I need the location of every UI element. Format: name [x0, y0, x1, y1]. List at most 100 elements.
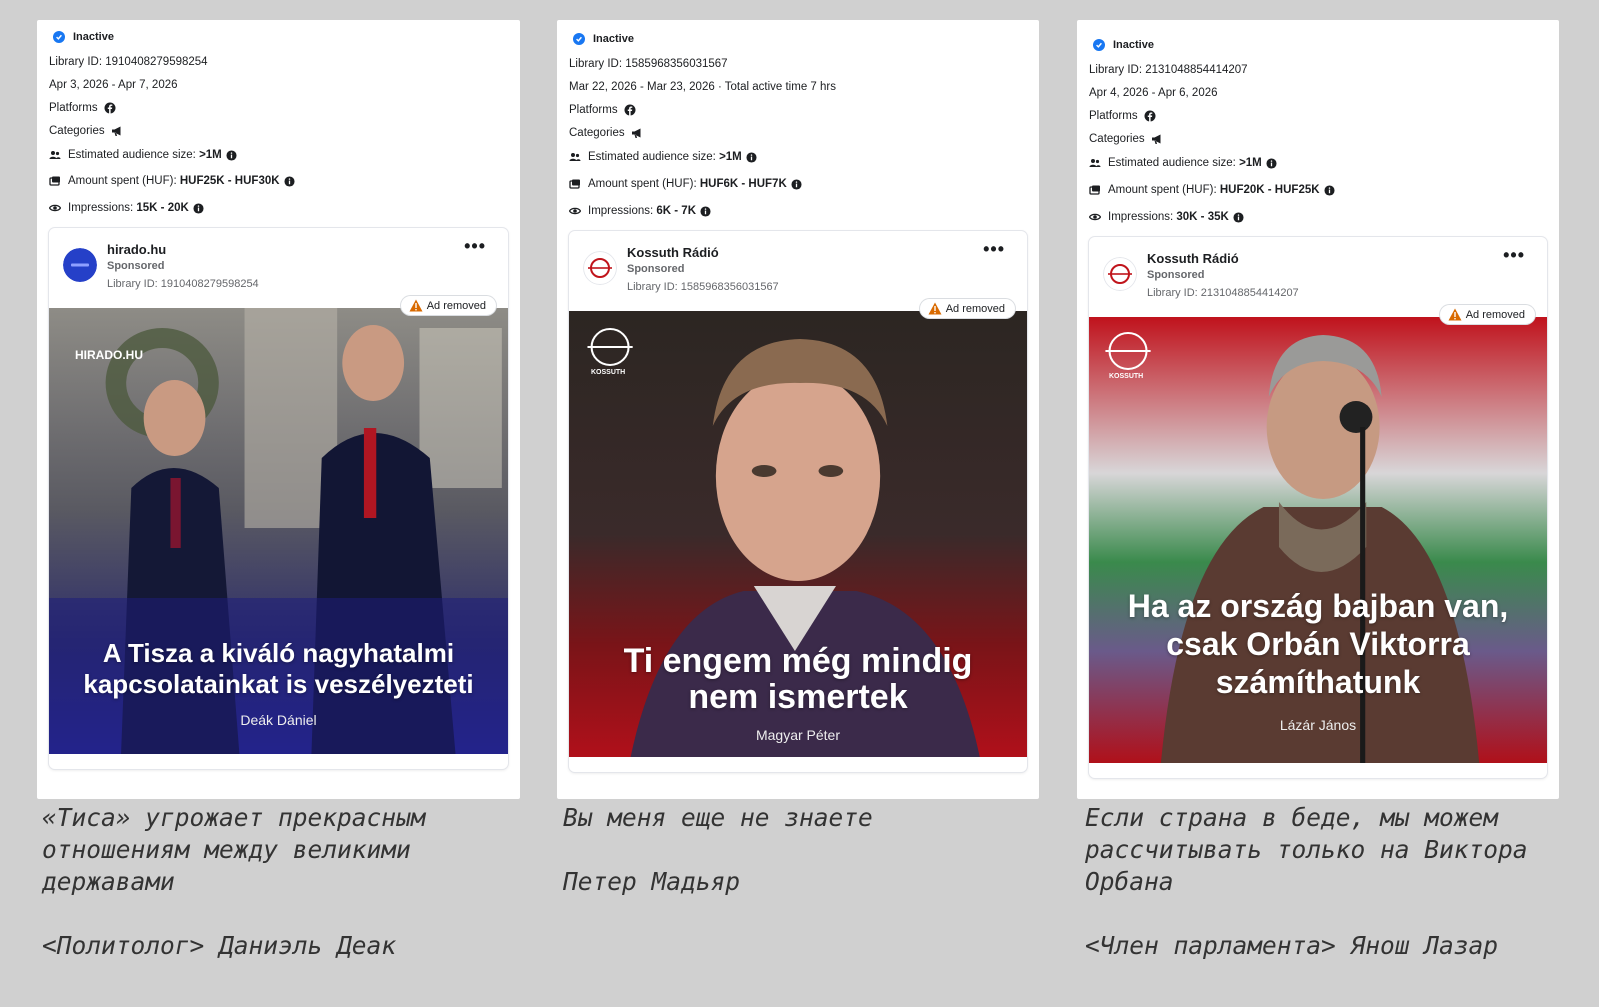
run-dates: Apr 3, 2026 - Apr 7, 2026	[49, 79, 178, 91]
amount-label: Amount spent (HUF):	[588, 178, 697, 190]
page-name[interactable]: Kossuth Rádió	[627, 245, 719, 260]
sponsored-label: Sponsored	[1147, 269, 1205, 281]
ad-headline: Ha az ország bajban van, csak Orbán Vikt…	[1127, 588, 1509, 700]
library-id: Library ID: 2131048854414207	[1089, 64, 1248, 76]
status-badge: Inactive	[593, 33, 634, 45]
eye-icon	[49, 204, 61, 212]
status-badge: Inactive	[1113, 39, 1154, 51]
audience-label: Estimated audience size:	[1108, 157, 1236, 169]
page-name[interactable]: Kossuth Rádió	[1147, 251, 1239, 266]
audience-value: >1M	[719, 151, 742, 163]
ad-author: Magyar Péter	[755, 727, 841, 743]
ad-card-3: Inactive Library ID: 2131048854414207 Ap…	[1077, 20, 1559, 799]
categories-label: Categories	[1089, 133, 1145, 145]
impressions-label: Impressions:	[1108, 211, 1174, 223]
status-check-icon	[1093, 39, 1105, 51]
post-library-id: Library ID: 1585968356031567	[627, 281, 779, 293]
facebook-icon	[624, 104, 636, 116]
amount-label: Amount spent (HUF):	[68, 175, 177, 187]
warning-icon	[1448, 308, 1462, 321]
audience-label: Estimated audience size:	[68, 149, 196, 161]
info-icon[interactable]	[1324, 184, 1335, 196]
impressions-value: 6K - 7K	[656, 205, 697, 217]
impressions-label: Impressions:	[588, 205, 654, 217]
sponsored-label: Sponsored	[627, 263, 685, 275]
ad-removed-badge: Ad removed	[400, 296, 496, 315]
watermark: HIRADO.HU	[75, 348, 143, 362]
amount-value: HUF6K - HUF7K	[699, 178, 787, 190]
ad-creative-image[interactable]: HIRADO.HU A Tisza a kiváló nagyhatalmi k…	[49, 308, 508, 754]
impressions-label: Impressions:	[68, 202, 134, 214]
post-library-id: Library ID: 1910408279598254	[107, 278, 259, 290]
more-options-icon[interactable]: •••	[1503, 245, 1525, 266]
status-badge: Inactive	[73, 31, 114, 43]
caption-1: «Тиса» угрожает прекрасным отношениям ме…	[42, 803, 426, 960]
categories-label: Categories	[569, 127, 625, 139]
info-icon[interactable]	[1266, 157, 1277, 169]
impressions-value: 30K - 35K	[1176, 211, 1229, 223]
ad-removed-label: Ad removed	[426, 299, 486, 312]
avatar	[1103, 257, 1137, 291]
info-icon[interactable]	[284, 175, 295, 187]
categories-label: Categories	[49, 125, 105, 137]
ad-headline: Ti engem még mindig nem ismertek	[623, 642, 973, 716]
amount-label: Amount spent (HUF):	[1108, 184, 1217, 196]
caption-3: Если страна в беде, мы можем рассчитыват…	[1085, 803, 1528, 960]
ad-removed-label: Ad removed	[1465, 308, 1525, 321]
platforms-label: Platforms	[569, 104, 618, 116]
avatar	[583, 251, 617, 285]
amount-value: HUF20K - HUF25K	[1219, 184, 1320, 196]
ad-card-2: Inactive Library ID: 1585968356031567 Ma…	[557, 20, 1039, 799]
ad-author: Deák Dániel	[240, 712, 317, 728]
library-id: Library ID: 1585968356031567	[569, 58, 728, 70]
page-name[interactable]: hirado.hu	[107, 242, 166, 257]
facebook-icon	[104, 102, 116, 114]
info-icon[interactable]	[700, 205, 711, 217]
info-icon[interactable]	[226, 149, 237, 161]
ad-preview-3[interactable]: Kossuth Rádió Sponsored Library ID: 2131…	[1089, 237, 1547, 778]
sponsored-label: Sponsored	[107, 260, 165, 272]
people-icon	[569, 153, 581, 161]
money-icon	[1089, 185, 1100, 195]
audience-value: >1M	[1239, 157, 1262, 169]
ad-removed-badge: Ad removed	[919, 299, 1015, 318]
info-icon[interactable]	[1233, 211, 1244, 223]
info-icon[interactable]	[791, 178, 802, 190]
more-options-icon[interactable]: •••	[983, 239, 1005, 260]
megaphone-icon	[631, 128, 641, 138]
audience-label: Estimated audience size:	[588, 151, 716, 163]
warning-icon	[928, 302, 942, 315]
amount-value: HUF25K - HUF30K	[179, 175, 280, 187]
ad-creative-image[interactable]: KOSSUTH Ti engem még mindig nem ismertek…	[569, 311, 1027, 757]
platforms-label: Platforms	[49, 102, 98, 114]
eye-icon	[569, 207, 581, 215]
megaphone-icon	[1151, 134, 1161, 144]
status-check-icon	[573, 33, 585, 45]
post-library-id: Library ID: 2131048854414207	[1147, 287, 1299, 299]
impressions-value: 15K - 20K	[136, 202, 189, 214]
ad-preview-2[interactable]: Kossuth Rádió Sponsored Library ID: 1585…	[569, 231, 1027, 772]
ad-creative-image[interactable]: KOSSUTH Ha az ország bajban van, csak Or…	[1089, 317, 1547, 763]
platforms-label: Platforms	[1089, 110, 1138, 122]
ad-author: Lázár János	[1279, 717, 1357, 733]
ad-removed-badge: Ad removed	[1439, 305, 1535, 324]
watermark: KOSSUTH	[1109, 373, 1144, 380]
money-icon	[49, 176, 60, 186]
run-dates: Mar 22, 2026 - Mar 23, 2026 · Total acti…	[569, 81, 836, 93]
audience-value: >1M	[199, 149, 222, 161]
library-id: Library ID: 1910408279598254	[49, 56, 208, 68]
avatar	[63, 248, 97, 282]
run-dates: Apr 4, 2026 - Apr 6, 2026	[1089, 87, 1218, 99]
ad-preview-1[interactable]: hirado.hu Sponsored Library ID: 19104082…	[49, 228, 508, 769]
ad-removed-label: Ad removed	[945, 302, 1005, 315]
warning-icon	[409, 299, 423, 312]
people-icon	[49, 151, 61, 159]
more-options-icon[interactable]: •••	[464, 236, 486, 257]
info-icon[interactable]	[746, 151, 757, 163]
caption-2: Вы меня еще не знаете Петер Мадьяр	[563, 803, 873, 896]
ad-card-1: Inactive Library ID: 1910408279598254 Ap…	[37, 20, 520, 799]
status-check-icon	[53, 31, 65, 43]
watermark: KOSSUTH	[591, 369, 626, 376]
people-icon	[1089, 159, 1101, 167]
info-icon[interactable]	[193, 202, 204, 214]
